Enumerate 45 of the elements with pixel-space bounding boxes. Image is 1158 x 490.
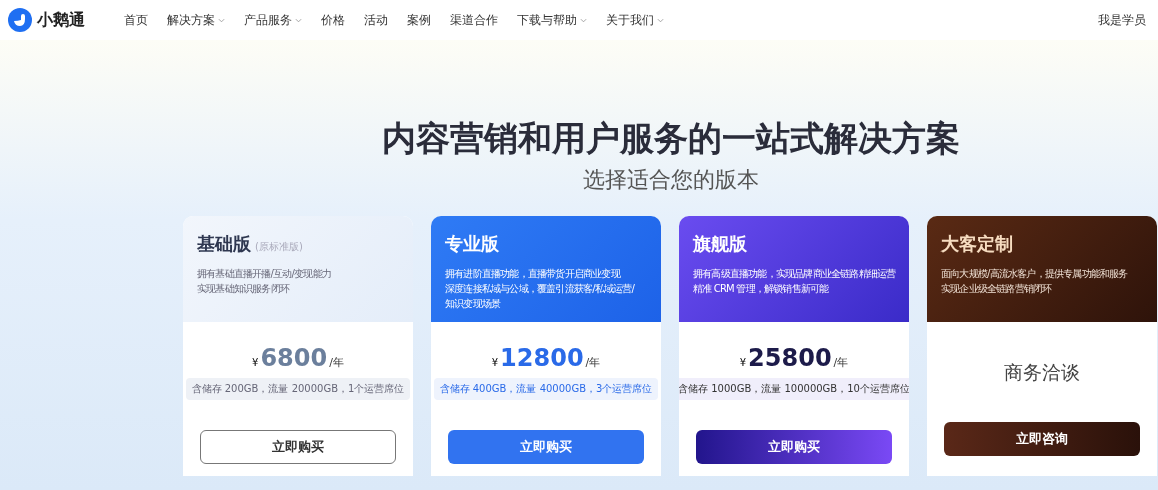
nav-link[interactable]: 下载与帮助: [517, 11, 587, 29]
nav-link[interactable]: 产品服务: [244, 11, 302, 29]
plan-button[interactable]: 立即购买: [200, 430, 396, 464]
student-login-link[interactable]: 我是学员: [1098, 11, 1146, 29]
quota-pill: 含储存 200GB，流量 20000GB，1个运营席位: [185, 378, 411, 400]
plan-price: 12800: [500, 344, 584, 372]
price-unit: /年: [833, 355, 849, 370]
logo-icon: [8, 8, 32, 32]
quota-pill: 含储存 1000GB，流量 100000GB，10个运营席位: [679, 378, 909, 400]
plan-price: 25800: [748, 344, 832, 372]
plan-button[interactable]: 立即购买: [696, 430, 892, 464]
nav-link[interactable]: 渠道合作: [450, 11, 498, 29]
brand-name[interactable]: 小鹅通: [37, 9, 85, 31]
nav-link[interactable]: 首页: [124, 11, 148, 29]
nav-link[interactable]: 关于我们: [606, 11, 664, 29]
plan-description: 拥有进阶直播功能，直播带货开启商业变现: [445, 267, 622, 281]
plan-note: (原标准版): [255, 240, 303, 254]
currency-symbol: ¥: [252, 357, 259, 368]
nav-link[interactable]: 解决方案: [167, 11, 225, 29]
nav-link[interactable]: 案例: [407, 11, 431, 29]
plan-description: 拥有高级直播功能，实现品牌商业全链路精细运营: [693, 267, 897, 281]
plan-description: 精准 CRM 管理，解锁销售新可能: [693, 282, 830, 296]
plan-description: 面向大规模/高流水客户，提供专属功能和服务: [941, 267, 1129, 281]
plan-name: 旗舰版: [693, 232, 747, 256]
plan-description: 知识变现场景: [445, 297, 502, 311]
nav-link[interactable]: 活动: [364, 11, 388, 29]
currency-symbol: ¥: [491, 357, 499, 368]
plan-button[interactable]: 立即咨询: [944, 422, 1140, 456]
plan-price: 6800: [260, 344, 328, 372]
price-unit: /年: [329, 355, 344, 370]
plan-description: 深度连接私域与公域，覆盖引流获客/私域运营/: [445, 282, 636, 296]
offer-text: 商务洽谈: [1004, 360, 1080, 385]
plan-button[interactable]: 立即购买: [448, 430, 644, 464]
quota-pill: 含储存 400GB，流量 40000GB，3个运营席位: [433, 378, 659, 400]
nav-link[interactable]: 价格: [321, 11, 345, 29]
plan-name: 大客定制: [941, 232, 1013, 256]
plan-description: 实现企业级全链路营销闭环: [941, 282, 1053, 296]
hero-subtitle: 选择适合您的版本: [581, 166, 760, 194]
plan-name: 基础版: [197, 232, 251, 256]
plan-description: 实现基础知识服务闭环: [197, 282, 291, 296]
hero-title: 内容营销和用户服务的一站式解决方案: [380, 117, 961, 160]
plan-description: 拥有基础直播开播/互动/变现能力: [197, 267, 332, 281]
currency-symbol: ¥: [739, 357, 747, 368]
plan-name: 专业版: [445, 232, 499, 256]
price-unit: /年: [585, 355, 601, 370]
